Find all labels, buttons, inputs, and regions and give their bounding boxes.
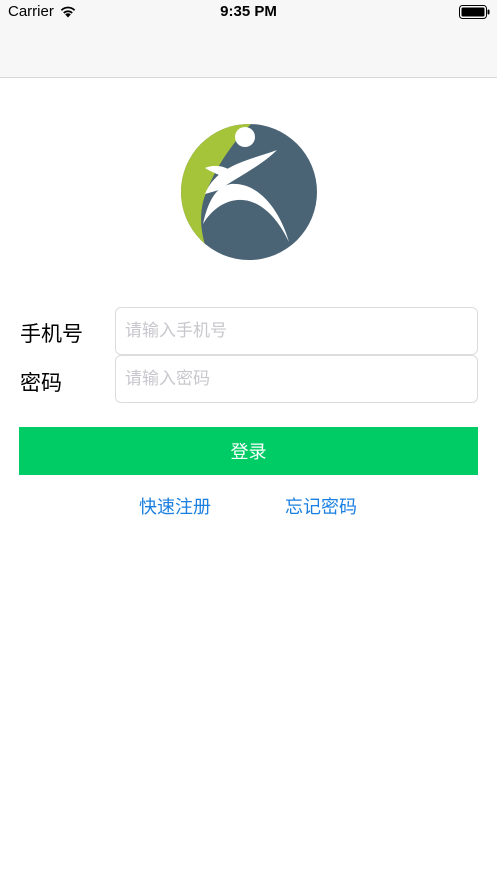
password-input[interactable] xyxy=(115,355,478,403)
battery-icon xyxy=(459,5,490,19)
login-button[interactable]: 登录 xyxy=(19,427,478,475)
login-screen: Carrier 9:35 PM 手机号 密码 xyxy=(0,0,497,883)
register-link[interactable]: 快速注册 xyxy=(139,493,211,519)
status-nav-bar: Carrier 9:35 PM xyxy=(0,0,497,78)
phone-label: 手机号 xyxy=(20,322,83,346)
phone-input[interactable] xyxy=(115,307,478,355)
app-logo xyxy=(181,124,317,260)
clock-time: 9:35 PM xyxy=(220,3,277,20)
password-label: 密码 xyxy=(20,371,62,395)
forgot-password-link[interactable]: 忘记密码 xyxy=(285,493,357,519)
